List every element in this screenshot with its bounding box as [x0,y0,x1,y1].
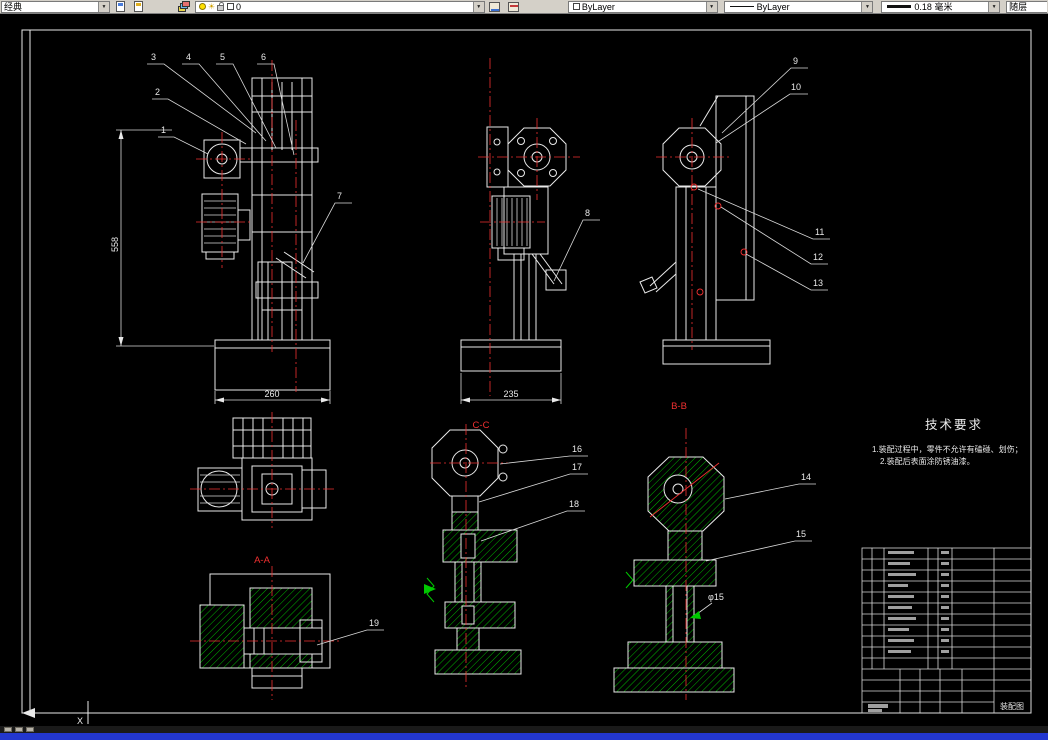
callout-10: 10 [791,82,801,92]
technical-requirements: 技术要求 1.装配过程中，零件不允许有磕碰、划伤； 2.装配后表面涂防锈油漆。 [872,418,1023,466]
tech-note-1: 1.装配过程中，零件不允许有磕碰、划伤； [872,444,1023,454]
status-icon[interactable] [15,727,23,732]
ucs-x-label: X [77,716,83,726]
drawing-canvas[interactable]: A-A C-C B-B φ15 260 235 558 1 2 3 4 5 6 … [0,14,1048,726]
layer-previous-icon [508,1,520,12]
callout-11: 11 [815,227,824,237]
lineweight-value: 0.18 毫米 [914,1,953,12]
callout-18: 18 [569,499,579,509]
callout-4: 4 [186,52,191,62]
chevron-down-icon: ▼ [705,1,717,12]
callout-14: 14 [801,472,811,482]
view-section-cc: C-C [424,420,522,688]
tech-note-2: 2.装配后表面涂防锈油漆。 [880,456,975,466]
chevron-down-icon: ▼ [472,1,484,12]
callout-5: 5 [220,52,225,62]
status-icon[interactable] [4,727,12,732]
plotstyle-combo[interactable]: 随层 [1006,0,1048,13]
dim-text: 235 [503,389,518,399]
callout-7: 7 [337,191,342,201]
title-block: 装配图 [861,547,1032,714]
status-icon[interactable] [26,727,34,732]
linetype-combo[interactable]: ByLayer ▼ [723,0,874,13]
callout-9: 9 [793,56,798,66]
layer-previous-button[interactable] [505,0,522,13]
dim-height: 558 [110,129,214,347]
color-chip [572,3,580,10]
lock-icon [216,2,224,11]
section-label-aa: A-A [254,555,271,566]
layer-name: 0 [235,1,241,12]
chevron-down-icon: ▼ [97,1,109,12]
callout-8: 8 [585,208,590,218]
layer-states-button[interactable] [111,0,129,13]
callout-12: 12 [813,252,823,262]
callout-1: 1 [161,125,166,135]
callout-16: 16 [572,444,582,454]
dim-text: 558 [110,237,120,252]
dim-235: 235 [460,373,562,404]
view-side-right [639,95,771,365]
color-combo[interactable]: ByLayer ▼ [567,0,718,13]
parts-list-entries [868,551,949,712]
view-section-aa: A-A [190,555,340,700]
view-front-middle [460,58,580,396]
layer-combo[interactable]: ☀ 0 ▼ [194,0,485,13]
chevron-down-icon: ▼ [861,1,873,12]
callout-3: 3 [151,52,156,62]
workspace-value: 经典 [4,1,23,12]
layers-icon [178,1,191,12]
linetype-value: ByLayer [756,1,790,12]
callout-6: 6 [261,52,266,62]
bulb-icon [198,3,206,10]
callout-19: 19 [369,618,379,628]
document-icon [115,1,125,12]
layer-properties-button[interactable] [176,0,193,13]
lineweight-sample-icon [887,5,912,8]
section-label-cc: C-C [473,420,490,431]
callout-15: 15 [796,529,806,539]
status-bar [0,726,1048,733]
tech-requirements-title: 技术要求 [925,418,983,432]
command-window-edge [0,733,1048,740]
view-side-left [196,60,331,392]
drawing-name: 装配图 [1000,701,1024,711]
main-toolbar: 经典 ▼ ☀ 0 ▼ ByLayer ▼ ByLayer ▼ 0.18 毫米 ▼ [0,0,1048,14]
callout-2: 2 [155,87,160,97]
callout-17: 17 [572,462,582,472]
dim-text: 260 [264,389,279,399]
drawing-viewport[interactable]: A-A C-C B-B φ15 260 235 558 1 2 3 4 5 6 … [0,14,1048,726]
plotstyle-value: 随层 [1009,1,1028,12]
document-icon [134,1,144,12]
color-value: ByLayer [581,1,615,12]
section-label-bb: B-B [671,401,687,412]
workspace-combo[interactable]: 经典 ▼ [1,0,110,13]
make-object-layer-current-button[interactable] [486,0,504,13]
dim-260: 260 [214,389,331,404]
layer-translate-button[interactable] [130,0,148,13]
chevron-down-icon: ▼ [988,1,1000,12]
callout-13: 13 [813,278,823,288]
layer-current-icon [489,1,501,12]
layer-color-chip [226,3,234,10]
dim-column-diameter: φ15 [708,592,724,602]
lineweight-combo[interactable]: 0.18 毫米 ▼ [881,0,1001,13]
linetype-sample-icon [729,6,754,7]
ucs-icon: X [22,701,100,726]
sun-icon: ☀ [207,1,216,11]
view-section-bb: B-B φ15 [613,401,735,700]
view-plan [190,412,336,528]
